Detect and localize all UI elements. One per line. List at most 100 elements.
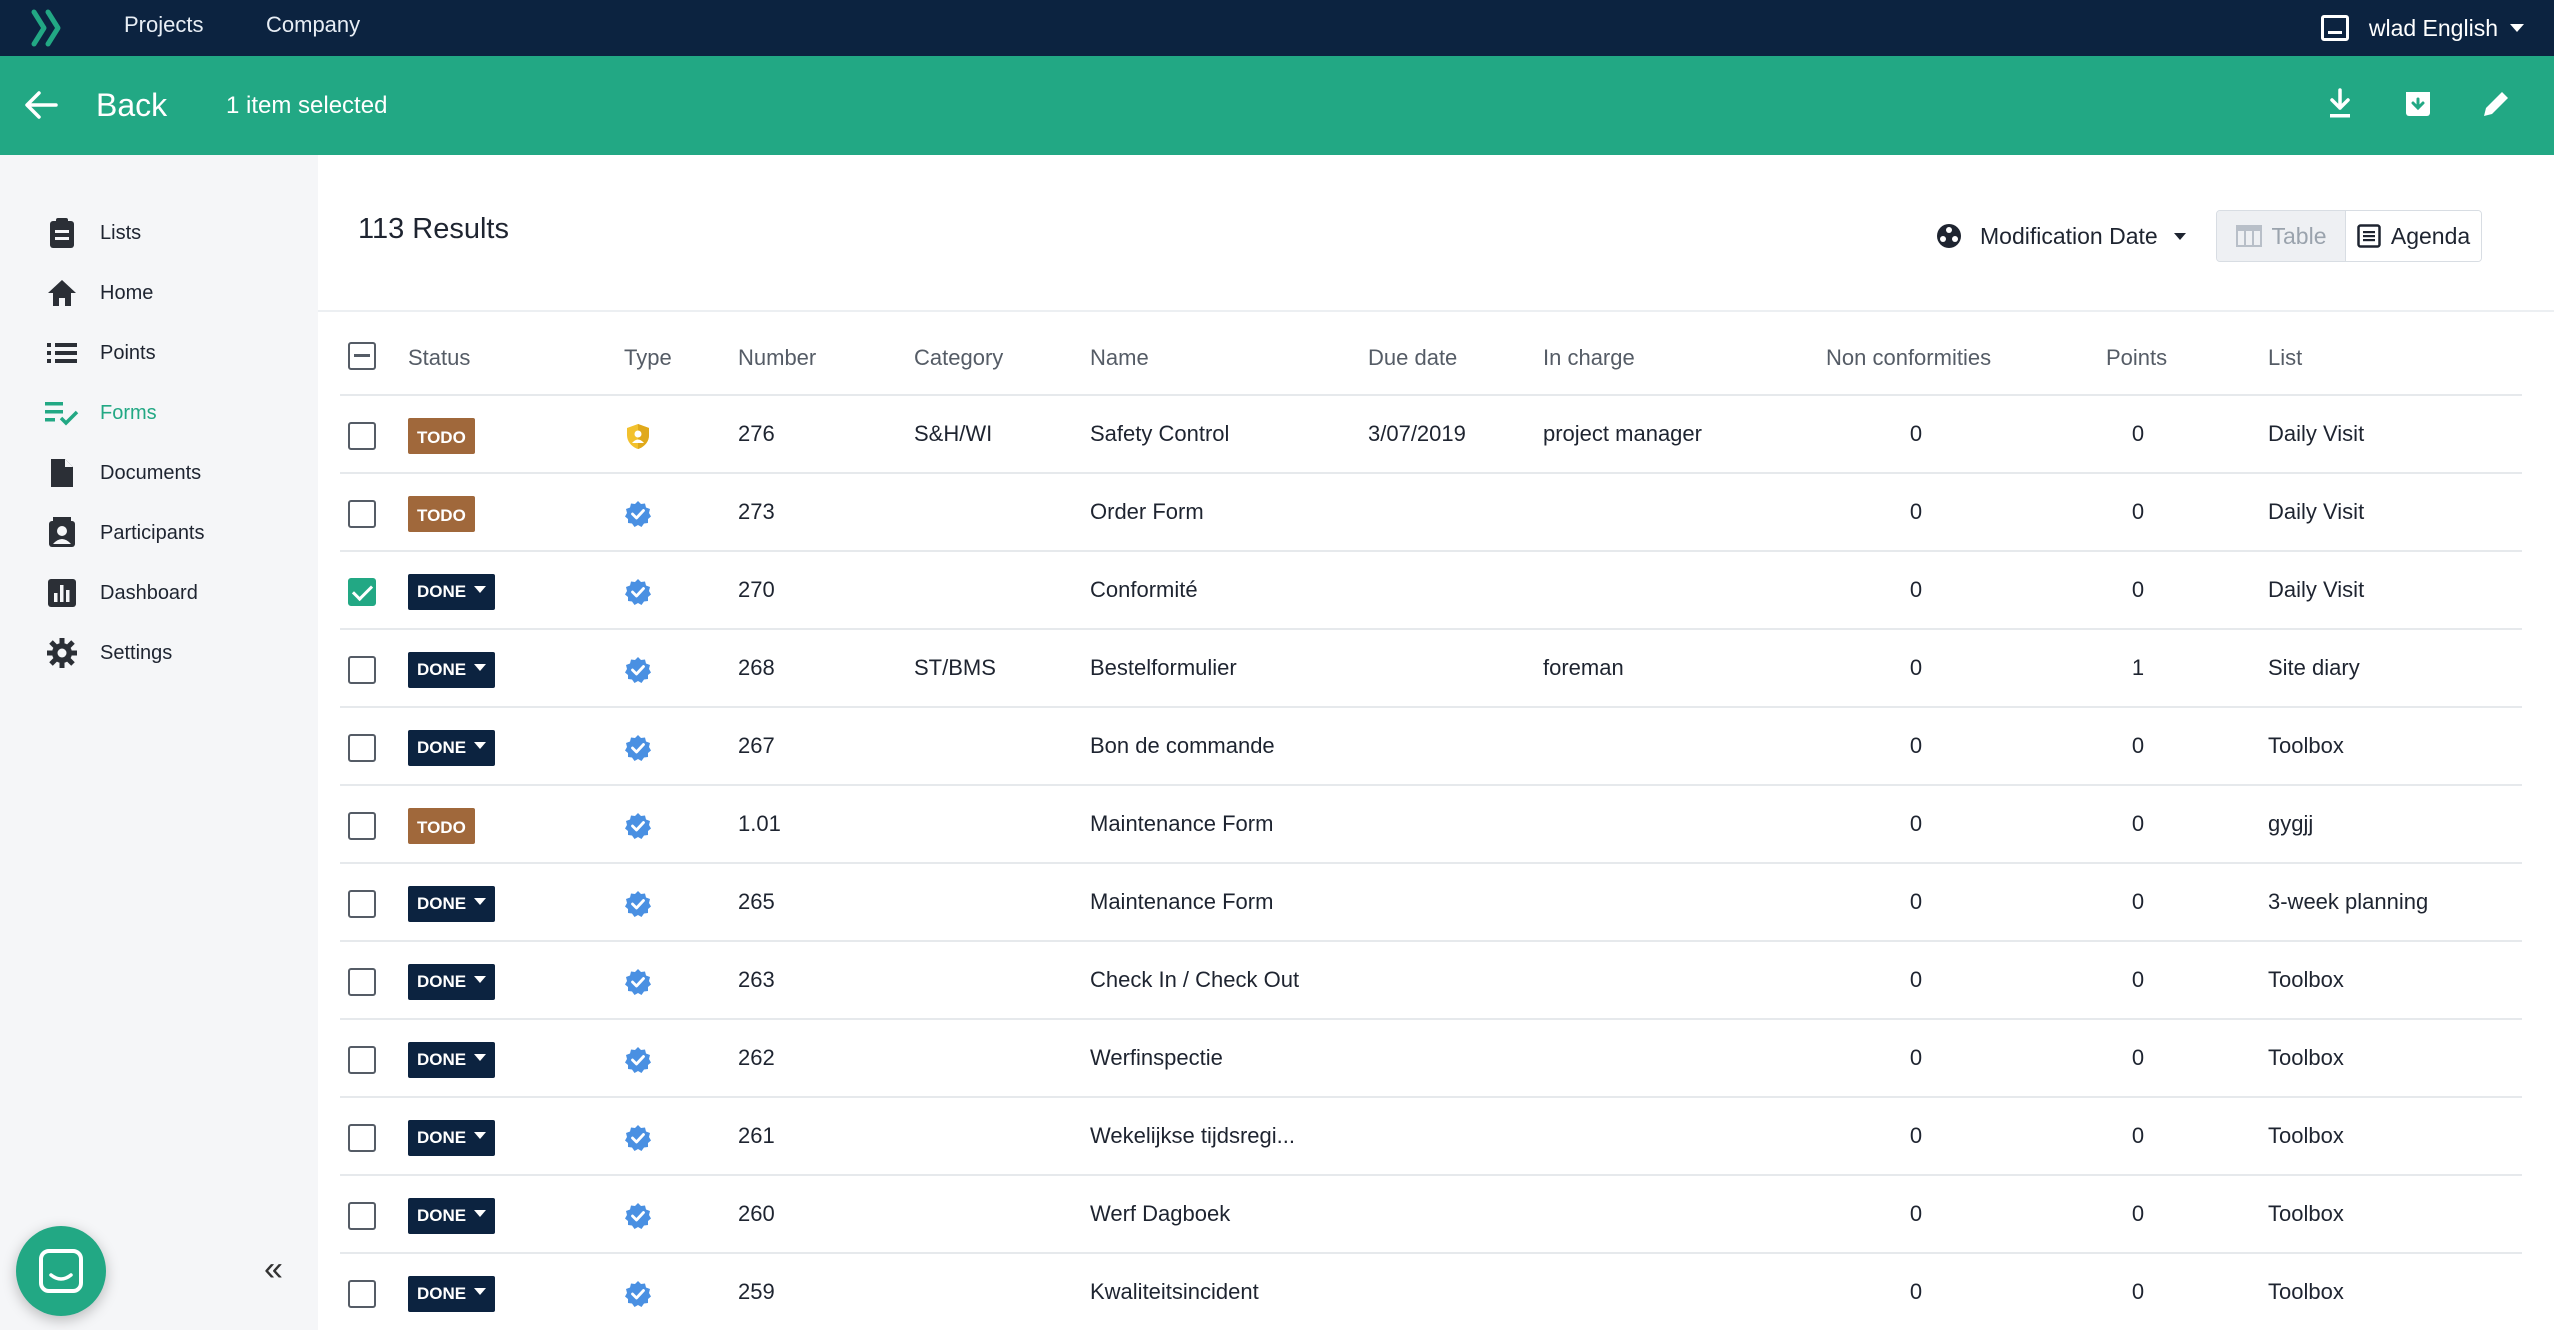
column-header-number[interactable]: Number xyxy=(738,320,816,396)
column-header-list[interactable]: List xyxy=(2268,320,2302,396)
status-badge[interactable]: DONE xyxy=(408,652,496,688)
table-row[interactable]: TODO 273 Order Form 0 0 Daily Visit xyxy=(340,474,2522,552)
table-row[interactable]: DONE 267 Bon de commande 0 0 Toolbox xyxy=(340,708,2522,786)
cell-points: 1 xyxy=(2131,655,2145,680)
chevron-down-icon xyxy=(474,897,487,905)
nav-projects[interactable]: Projects xyxy=(124,0,203,56)
cell-name[interactable]: Safety Control xyxy=(1090,396,1229,472)
column-header-due-date[interactable]: Due date xyxy=(1368,320,1457,396)
inbox-icon[interactable] xyxy=(2320,15,2349,41)
row-checkbox[interactable] xyxy=(348,500,376,528)
selection-action-bar: Back 1 item selected xyxy=(0,56,2554,155)
cell-name[interactable]: Maintenance Form xyxy=(1090,786,1273,862)
row-checkbox[interactable] xyxy=(348,734,376,762)
download-icon[interactable] xyxy=(2322,86,2358,122)
cell-number: 265 xyxy=(738,889,775,914)
table-view-button[interactable]: Table xyxy=(2217,211,2347,261)
row-checkbox[interactable] xyxy=(348,422,376,450)
row-checkbox[interactable] xyxy=(348,890,376,918)
table-row[interactable]: DONE 261 Wekelijkse tijdsregi... 0 0 Toolbox xyxy=(340,1098,2522,1176)
selection-count: 1 item selected xyxy=(226,92,388,119)
column-header-name[interactable]: Name xyxy=(1090,320,1149,396)
row-checkbox[interactable] xyxy=(348,1046,376,1074)
table-row[interactable]: DONE 270 Conformité 0 0 Daily Visit xyxy=(340,552,2522,630)
cell-name[interactable]: Check In / Check Out xyxy=(1090,942,1299,1018)
column-header-in-charge[interactable]: In charge xyxy=(1543,320,1635,396)
chevron-down-icon xyxy=(474,741,487,749)
cell-non-conformities: 0 xyxy=(1909,1123,1923,1148)
cell-name[interactable]: Conformité xyxy=(1090,552,1198,628)
cell-name[interactable]: Maintenance Form xyxy=(1090,864,1273,940)
sidebar-item-documents[interactable]: Documents xyxy=(44,453,201,493)
nav-company[interactable]: Company xyxy=(266,0,360,56)
sort-dropdown[interactable]: Modification Date xyxy=(1936,220,2186,252)
table-row[interactable]: DONE 259 Kwaliteitsincident 0 0 Toolbox xyxy=(340,1254,2522,1330)
status-badge[interactable]: DONE xyxy=(408,964,496,1000)
back-button[interactable]: Back xyxy=(96,86,167,124)
table-row[interactable]: DONE 260 Werf Dagboek 0 0 Toolbox xyxy=(340,1176,2522,1254)
cell-name[interactable]: Wekelijkse tijdsregi... xyxy=(1090,1098,1295,1174)
cell-name[interactable]: Werfinspectie xyxy=(1090,1020,1223,1096)
sidebar-item-label: Points xyxy=(100,341,156,364)
cell-non-conformities: 0 xyxy=(1909,499,1923,524)
table-row[interactable]: DONE 265 Maintenance Form 0 0 3-week planning xyxy=(340,864,2522,942)
archive-icon[interactable] xyxy=(2400,86,2436,122)
status-badge[interactable]: DONE xyxy=(408,574,496,610)
column-header-category[interactable]: Category xyxy=(914,320,1003,396)
status-badge[interactable]: DONE xyxy=(408,1276,496,1312)
chevron-down-icon xyxy=(474,1053,487,1061)
table-row[interactable]: DONE 263 Check In / Check Out 0 0 Toolbox xyxy=(340,942,2522,1020)
status-badge[interactable]: DONE xyxy=(408,1198,496,1234)
sidebar-item-participants[interactable]: Participants xyxy=(44,513,205,553)
cell-name[interactable]: Kwaliteitsincident xyxy=(1090,1254,1259,1330)
agenda-view-button[interactable]: Agenda xyxy=(2346,211,2481,261)
logo-icon[interactable] xyxy=(30,8,66,48)
row-checkbox[interactable] xyxy=(348,656,376,684)
column-header-non-conformities[interactable]: Non conformities xyxy=(1826,320,1991,396)
cell-in-charge: foreman xyxy=(1543,655,1624,680)
cell-name[interactable]: Bon de commande xyxy=(1090,708,1275,784)
status-badge[interactable]: DONE xyxy=(408,1042,496,1078)
cell-name[interactable]: Werf Dagboek xyxy=(1090,1176,1230,1252)
row-checkbox[interactable] xyxy=(348,1280,376,1308)
chat-launcher-button[interactable] xyxy=(16,1226,106,1316)
cell-number: 260 xyxy=(738,1201,775,1226)
row-checkbox[interactable] xyxy=(348,812,376,840)
column-header-type[interactable]: Type xyxy=(624,320,672,396)
column-header-status[interactable]: Status xyxy=(408,320,470,396)
sidebar-item-dashboard[interactable]: Dashboard xyxy=(44,573,198,613)
sidebar-item-points[interactable]: Points xyxy=(44,333,156,373)
sidebar-item-home[interactable]: Home xyxy=(44,273,153,313)
chevron-down-icon xyxy=(2173,232,2186,240)
collapse-sidebar-button[interactable]: « xyxy=(264,1252,283,1286)
table-row[interactable]: DONE 262 Werfinspectie 0 0 Toolbox xyxy=(340,1020,2522,1098)
table-row[interactable]: TODO 1.01 Maintenance Form 0 0 gygjj xyxy=(340,786,2522,864)
cell-points: 0 xyxy=(2131,811,2145,836)
row-checkbox[interactable] xyxy=(348,1124,376,1152)
cell-name[interactable]: Order Form xyxy=(1090,474,1204,550)
sidebar-item-lists[interactable]: Lists xyxy=(44,213,141,253)
cell-number: 261 xyxy=(738,1123,775,1148)
table-row[interactable]: TODO 276 S&H/WI Safety Control 3/07/2019 proj… xyxy=(340,396,2522,474)
row-checkbox[interactable] xyxy=(348,1202,376,1230)
cell-list: Daily Visit xyxy=(2268,499,2365,524)
cell-non-conformities: 0 xyxy=(1909,1201,1923,1226)
back-arrow-icon[interactable] xyxy=(24,90,58,120)
edit-icon[interactable] xyxy=(2478,86,2514,122)
sidebar-item-forms[interactable]: Forms xyxy=(44,393,157,433)
status-badge[interactable]: DONE xyxy=(408,730,496,766)
table-row[interactable]: DONE 268 ST/BMS Bestelformulier foreman 0 1 Sit… xyxy=(340,630,2522,708)
sidebar-item-settings[interactable]: Settings xyxy=(44,633,172,673)
status-badge[interactable]: DONE xyxy=(408,1120,496,1156)
cell-name[interactable]: Bestelformulier xyxy=(1090,630,1237,706)
sidebar-item-label: Dashboard xyxy=(100,581,198,604)
user-menu[interactable]: wlad English xyxy=(2320,0,2524,56)
status-badge[interactable]: DONE xyxy=(408,886,496,922)
row-checkbox[interactable] xyxy=(348,578,376,606)
select-all-checkbox[interactable] xyxy=(348,342,376,370)
sidebar-item-label: Documents xyxy=(100,461,202,484)
status-label: DONE xyxy=(417,894,467,913)
column-header-points[interactable]: Points xyxy=(2106,320,2167,396)
row-checkbox[interactable] xyxy=(348,968,376,996)
cell-number: 270 xyxy=(738,577,775,602)
